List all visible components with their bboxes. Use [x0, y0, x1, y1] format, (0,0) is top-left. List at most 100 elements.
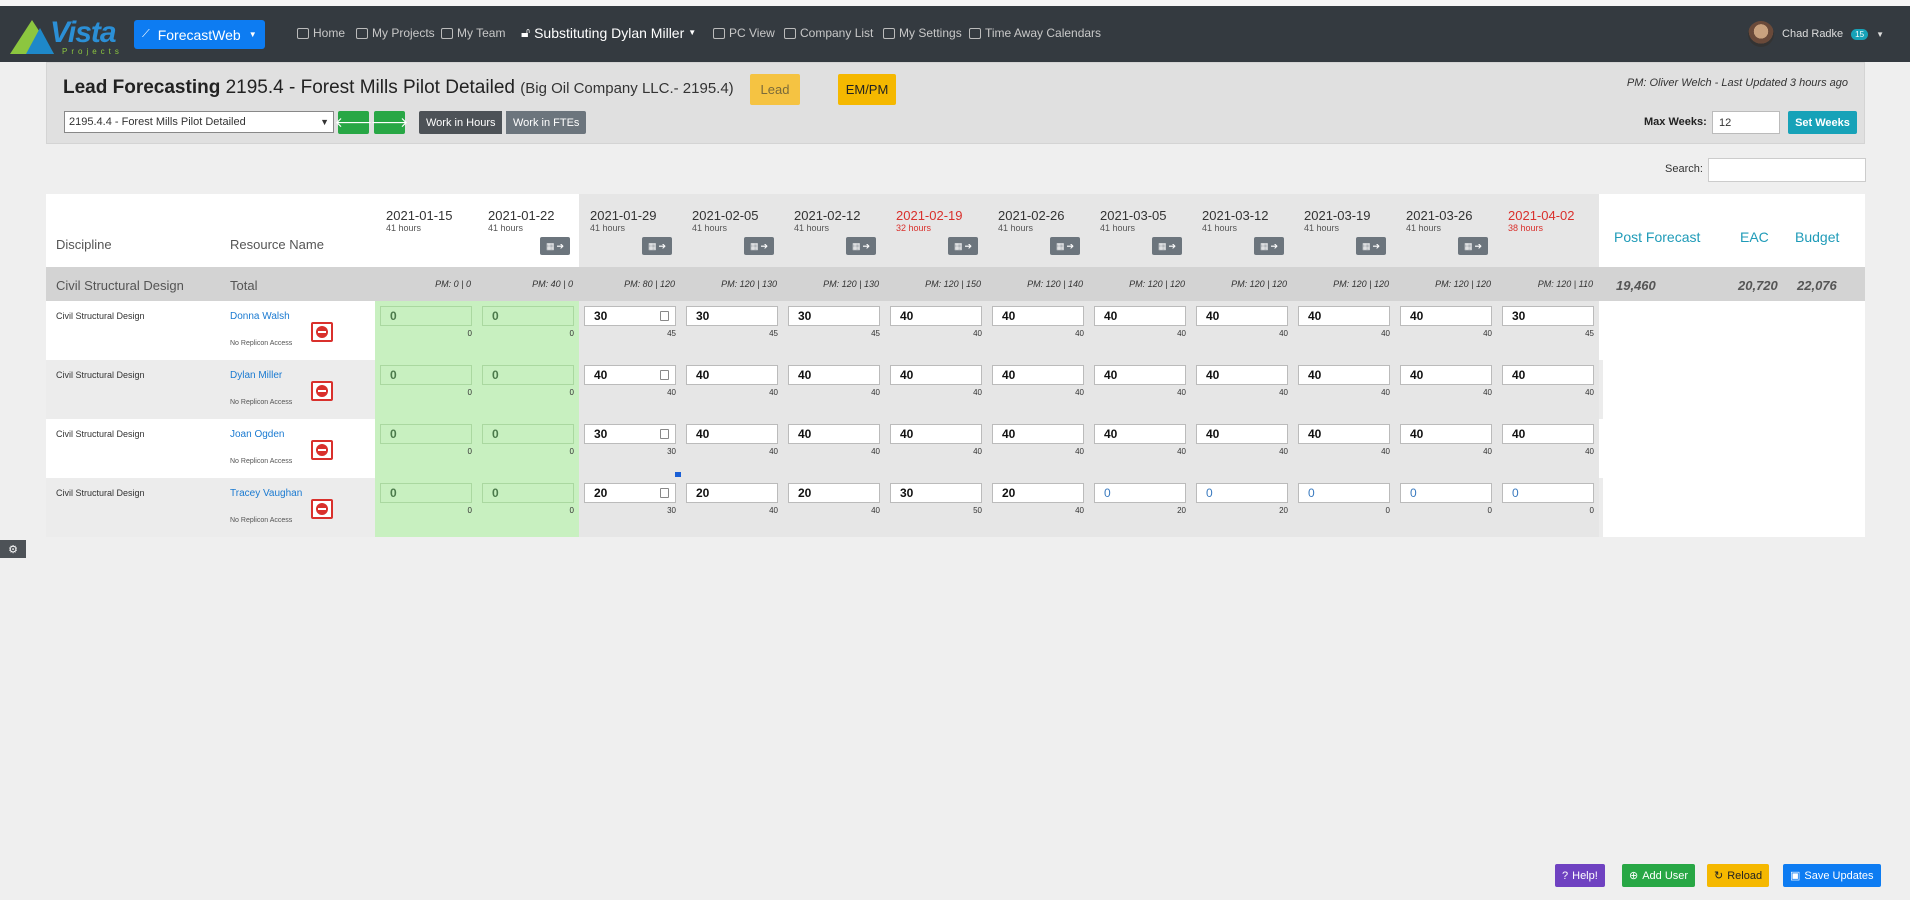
hours-input[interactable]: 20	[584, 483, 676, 503]
discipline-header[interactable]: Discipline	[56, 237, 112, 252]
remove-user-button[interactable]	[311, 381, 333, 401]
nav-my-settings[interactable]: My Settings	[883, 26, 962, 40]
hours-input[interactable]: 40	[1400, 306, 1492, 326]
hours-input[interactable]: 0	[1196, 483, 1288, 503]
remove-user-button[interactable]	[311, 440, 333, 460]
resource-name-link[interactable]: Donna Walsh	[230, 311, 290, 322]
hours-input[interactable]: 30	[584, 424, 676, 444]
nav-my-projects[interactable]: My Projects	[356, 26, 435, 40]
eac-header[interactable]: EAC	[1740, 229, 1769, 245]
hours-input[interactable]: 0	[482, 424, 574, 444]
hours-input[interactable]: 30	[788, 306, 880, 326]
lead-button[interactable]: Lead	[750, 74, 800, 105]
hours-input[interactable]: 30	[890, 483, 982, 503]
hours-input[interactable]: 0	[482, 483, 574, 503]
copy-week-button[interactable]: ▦ ➔	[1152, 237, 1182, 255]
work-in-ftes-button[interactable]: Work in FTEs	[506, 111, 587, 134]
hours-input[interactable]: 40	[992, 424, 1084, 444]
drag-handle[interactable]	[675, 472, 681, 477]
forecastweb-dropdown-button[interactable]: ⟋ ForecastWeb ▼	[134, 20, 265, 49]
hours-input[interactable]: 0	[1502, 483, 1594, 503]
nav-pc-view[interactable]: PC View	[713, 26, 775, 40]
remove-user-button[interactable]	[311, 499, 333, 519]
project-select[interactable]: 2195.4.4 - Forest Mills Pilot Detailed ▼	[64, 111, 334, 133]
set-weeks-button[interactable]: Set Weeks	[1788, 111, 1857, 134]
hours-input[interactable]: 0	[380, 424, 472, 444]
resource-name-link[interactable]: Tracey Vaughan	[230, 488, 302, 499]
max-weeks-input[interactable]: 12	[1712, 111, 1780, 134]
copy-week-button[interactable]: ▦ ➔	[1458, 237, 1488, 255]
hours-input[interactable]: 40	[1094, 306, 1186, 326]
resource-name-header[interactable]: Resource Name	[230, 237, 324, 252]
reload-button[interactable]: ↻ Reload	[1707, 864, 1770, 887]
work-in-hours-button[interactable]: Work in Hours	[419, 111, 503, 134]
copy-week-button[interactable]: ▦ ➔	[1050, 237, 1080, 255]
copy-week-button[interactable]: ▦ ➔	[948, 237, 978, 255]
hours-input[interactable]: 20	[686, 483, 778, 503]
hours-input[interactable]: 40	[1298, 424, 1390, 444]
nav-home[interactable]: Home	[297, 26, 345, 40]
add-user-button[interactable]: ⊕ Add User	[1622, 864, 1696, 887]
copy-week-button[interactable]: ▦ ➔	[846, 237, 876, 255]
edit-icon[interactable]	[660, 429, 669, 439]
nav-time-away[interactable]: Time Away Calendars	[969, 26, 1101, 40]
hours-input[interactable]: 40	[1196, 306, 1288, 326]
hours-input[interactable]: 40	[890, 306, 982, 326]
hours-input[interactable]: 40	[1196, 424, 1288, 444]
hours-input[interactable]: 0	[1094, 483, 1186, 503]
hours-input[interactable]: 0	[482, 365, 574, 385]
copy-week-button[interactable]: ▦ ➔	[1356, 237, 1386, 255]
hours-input[interactable]: 20	[992, 483, 1084, 503]
hours-input[interactable]: 20	[788, 483, 880, 503]
hours-input[interactable]: 40	[584, 365, 676, 385]
hours-input[interactable]: 40	[1094, 365, 1186, 385]
save-updates-button[interactable]: ▣ Save Updates	[1783, 864, 1881, 887]
hours-input[interactable]: 40	[788, 365, 880, 385]
edit-icon[interactable]	[660, 311, 669, 321]
copy-week-button[interactable]: ▦ ➔	[642, 237, 672, 255]
hours-input[interactable]: 0	[380, 306, 472, 326]
hours-input[interactable]: 40	[1298, 306, 1390, 326]
copy-week-button[interactable]: ▦ ➔	[540, 237, 570, 255]
nav-my-team[interactable]: My Team	[441, 26, 505, 40]
empm-button[interactable]: EM/PM	[838, 74, 896, 105]
hours-input[interactable]: 40	[890, 365, 982, 385]
hours-input[interactable]: 30	[686, 306, 778, 326]
hours-input[interactable]: 0	[482, 306, 574, 326]
hours-input[interactable]: 0	[1298, 483, 1390, 503]
hours-input[interactable]: 40	[1400, 424, 1492, 444]
hours-input[interactable]: 40	[1400, 365, 1492, 385]
vista-logo[interactable]: Vista Projects	[10, 14, 122, 56]
resource-name-link[interactable]: Joan Ogden	[230, 429, 285, 440]
hours-input[interactable]: 30	[584, 306, 676, 326]
hours-input[interactable]: 0	[1400, 483, 1492, 503]
budget-header[interactable]: Budget	[1795, 229, 1839, 245]
hours-input[interactable]: 40	[992, 306, 1084, 326]
hours-input[interactable]: 40	[686, 424, 778, 444]
hours-input[interactable]: 40	[686, 365, 778, 385]
remove-user-button[interactable]	[311, 322, 333, 342]
hours-input[interactable]: 30	[1502, 306, 1594, 326]
hours-input[interactable]: 40	[1196, 365, 1288, 385]
edit-icon[interactable]	[660, 370, 669, 380]
next-project-button[interactable]: 🡒	[371, 111, 408, 134]
nav-company-list[interactable]: Company List	[784, 26, 873, 40]
hours-input[interactable]: 0	[380, 365, 472, 385]
hours-input[interactable]: 40	[992, 365, 1084, 385]
hours-input[interactable]: 40	[788, 424, 880, 444]
hours-input[interactable]: 0	[380, 483, 472, 503]
edit-icon[interactable]	[660, 488, 669, 498]
resource-name-link[interactable]: Dylan Miller	[230, 370, 282, 381]
search-input[interactable]	[1708, 158, 1866, 182]
copy-week-button[interactable]: ▦ ➔	[1254, 237, 1284, 255]
previous-project-button[interactable]: 🡐	[335, 111, 372, 134]
settings-side-tab[interactable]: ⚙	[0, 540, 26, 558]
hours-input[interactable]: 40	[1502, 424, 1594, 444]
hours-input[interactable]: 40	[890, 424, 982, 444]
post-forecast-header[interactable]: Post Forecast	[1614, 229, 1700, 245]
help-button[interactable]: ? Help!	[1555, 864, 1605, 887]
hours-input[interactable]: 40	[1298, 365, 1390, 385]
substituting-dropdown[interactable]: 🔓︎ Substituting Dylan Miller ▼	[521, 24, 696, 41]
copy-week-button[interactable]: ▦ ➔	[744, 237, 774, 255]
hours-input[interactable]: 40	[1094, 424, 1186, 444]
